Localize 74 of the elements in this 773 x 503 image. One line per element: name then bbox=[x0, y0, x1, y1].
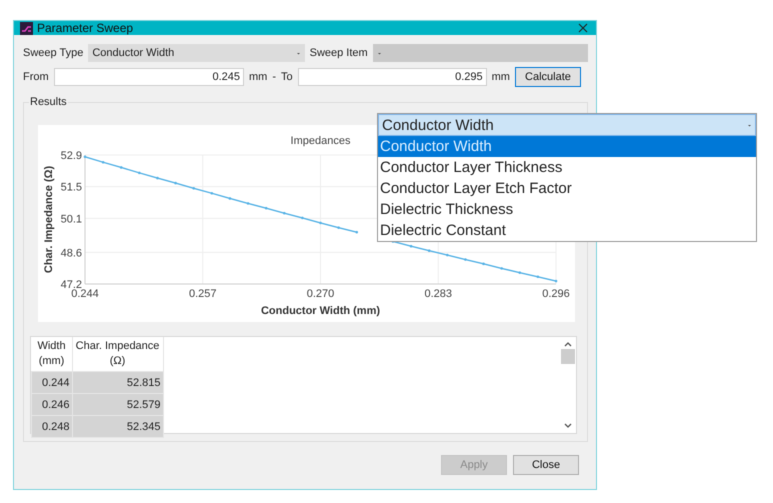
to-field[interactable]: 0.295 bbox=[298, 68, 487, 86]
data-point bbox=[464, 258, 467, 261]
data-point bbox=[102, 160, 104, 164]
data-point bbox=[301, 216, 304, 220]
data-point bbox=[355, 230, 358, 234]
data-point bbox=[446, 254, 449, 256]
y-tick-label: 48.6 bbox=[60, 247, 82, 260]
data-point bbox=[500, 267, 503, 270]
y-axis-title: Char. Impedance (Ω) bbox=[43, 166, 55, 274]
data-point bbox=[192, 186, 195, 190]
x-tick-label: 0.257 bbox=[188, 288, 217, 300]
separator-label: - bbox=[272, 71, 276, 83]
data-point bbox=[410, 244, 412, 248]
x-axis-title: Conductor Width (mm) bbox=[260, 305, 380, 317]
dropdown-option[interactable]: Conductor Layer Etch Factor bbox=[378, 178, 756, 199]
x-tick-label: 0.244 bbox=[71, 288, 99, 300]
caret-icon bbox=[747, 122, 752, 128]
table-cell: 52.579 bbox=[72, 394, 164, 416]
x-tick-label: 0.296 bbox=[542, 288, 570, 300]
from-label: From bbox=[23, 71, 49, 83]
table-cell: 0.246 bbox=[32, 394, 72, 416]
sweep-item-label: Sweep Item bbox=[310, 47, 368, 59]
close-icon[interactable] bbox=[578, 23, 588, 33]
scroll-down-icon[interactable] bbox=[564, 423, 572, 429]
caret-icon bbox=[376, 50, 382, 56]
dropdown-field[interactable]: Conductor Width bbox=[378, 114, 756, 136]
scroll-thumb[interactable] bbox=[561, 349, 575, 364]
y-tick-label: 50.1 bbox=[60, 213, 82, 226]
data-point bbox=[210, 192, 214, 195]
data-point bbox=[156, 176, 159, 180]
data-point bbox=[246, 202, 250, 205]
table-cell: 0.244 bbox=[32, 372, 72, 394]
window-title: Parameter Sweep bbox=[37, 21, 134, 35]
y-tick-label: 51.5 bbox=[60, 182, 82, 194]
data-point bbox=[518, 271, 522, 274]
x-tick-label: 0.270 bbox=[306, 288, 334, 300]
data-point bbox=[536, 275, 540, 278]
data-point bbox=[337, 226, 340, 229]
column-header: Char. Impedance (Ω) bbox=[72, 337, 164, 372]
dropdown-option[interactable]: Dielectric Thickness bbox=[378, 199, 756, 220]
group-title: Results bbox=[29, 96, 68, 108]
sweep-type-label: Sweep Type bbox=[23, 47, 84, 59]
table-cell: 52.345 bbox=[72, 416, 164, 438]
data-point bbox=[554, 280, 558, 282]
table-cell: 0.248 bbox=[32, 416, 72, 438]
dropdown-option[interactable]: Conductor Layer Thickness bbox=[378, 157, 756, 178]
table-cell: 52.815 bbox=[72, 372, 164, 394]
dropdown-option[interactable]: Dielectric Constant bbox=[378, 220, 756, 241]
y-tick-label: 47.2 bbox=[60, 279, 82, 291]
calculate-button[interactable]: Calculate bbox=[514, 67, 581, 87]
data-point bbox=[228, 197, 232, 200]
unit-label: mm bbox=[249, 71, 268, 83]
data-point bbox=[138, 172, 141, 174]
unit-label: mm bbox=[492, 71, 510, 83]
data-point bbox=[282, 212, 286, 214]
close-button[interactable]: Close bbox=[513, 455, 579, 475]
app-icon bbox=[20, 22, 33, 34]
data-point bbox=[264, 206, 268, 210]
data-point bbox=[174, 182, 177, 184]
x-tick-label: 0.283 bbox=[424, 288, 452, 300]
from-field[interactable]: 0.245 bbox=[54, 68, 244, 86]
y-tick-label: 52.9 bbox=[60, 150, 82, 162]
scroll-up-icon[interactable] bbox=[564, 341, 572, 347]
column-header: Width (mm) bbox=[32, 337, 72, 372]
data-point bbox=[319, 222, 322, 224]
sweep-type-dropdown[interactable]: Conductor Width bbox=[88, 44, 305, 62]
data-point bbox=[120, 166, 123, 169]
caret-icon bbox=[296, 50, 301, 56]
data-point bbox=[84, 156, 86, 158]
to-label: To bbox=[281, 71, 293, 83]
data-point bbox=[428, 249, 430, 252]
chart-title: Impedances bbox=[290, 135, 350, 147]
data-point bbox=[482, 262, 485, 266]
dropdown-option[interactable]: Conductor Width bbox=[378, 136, 756, 157]
